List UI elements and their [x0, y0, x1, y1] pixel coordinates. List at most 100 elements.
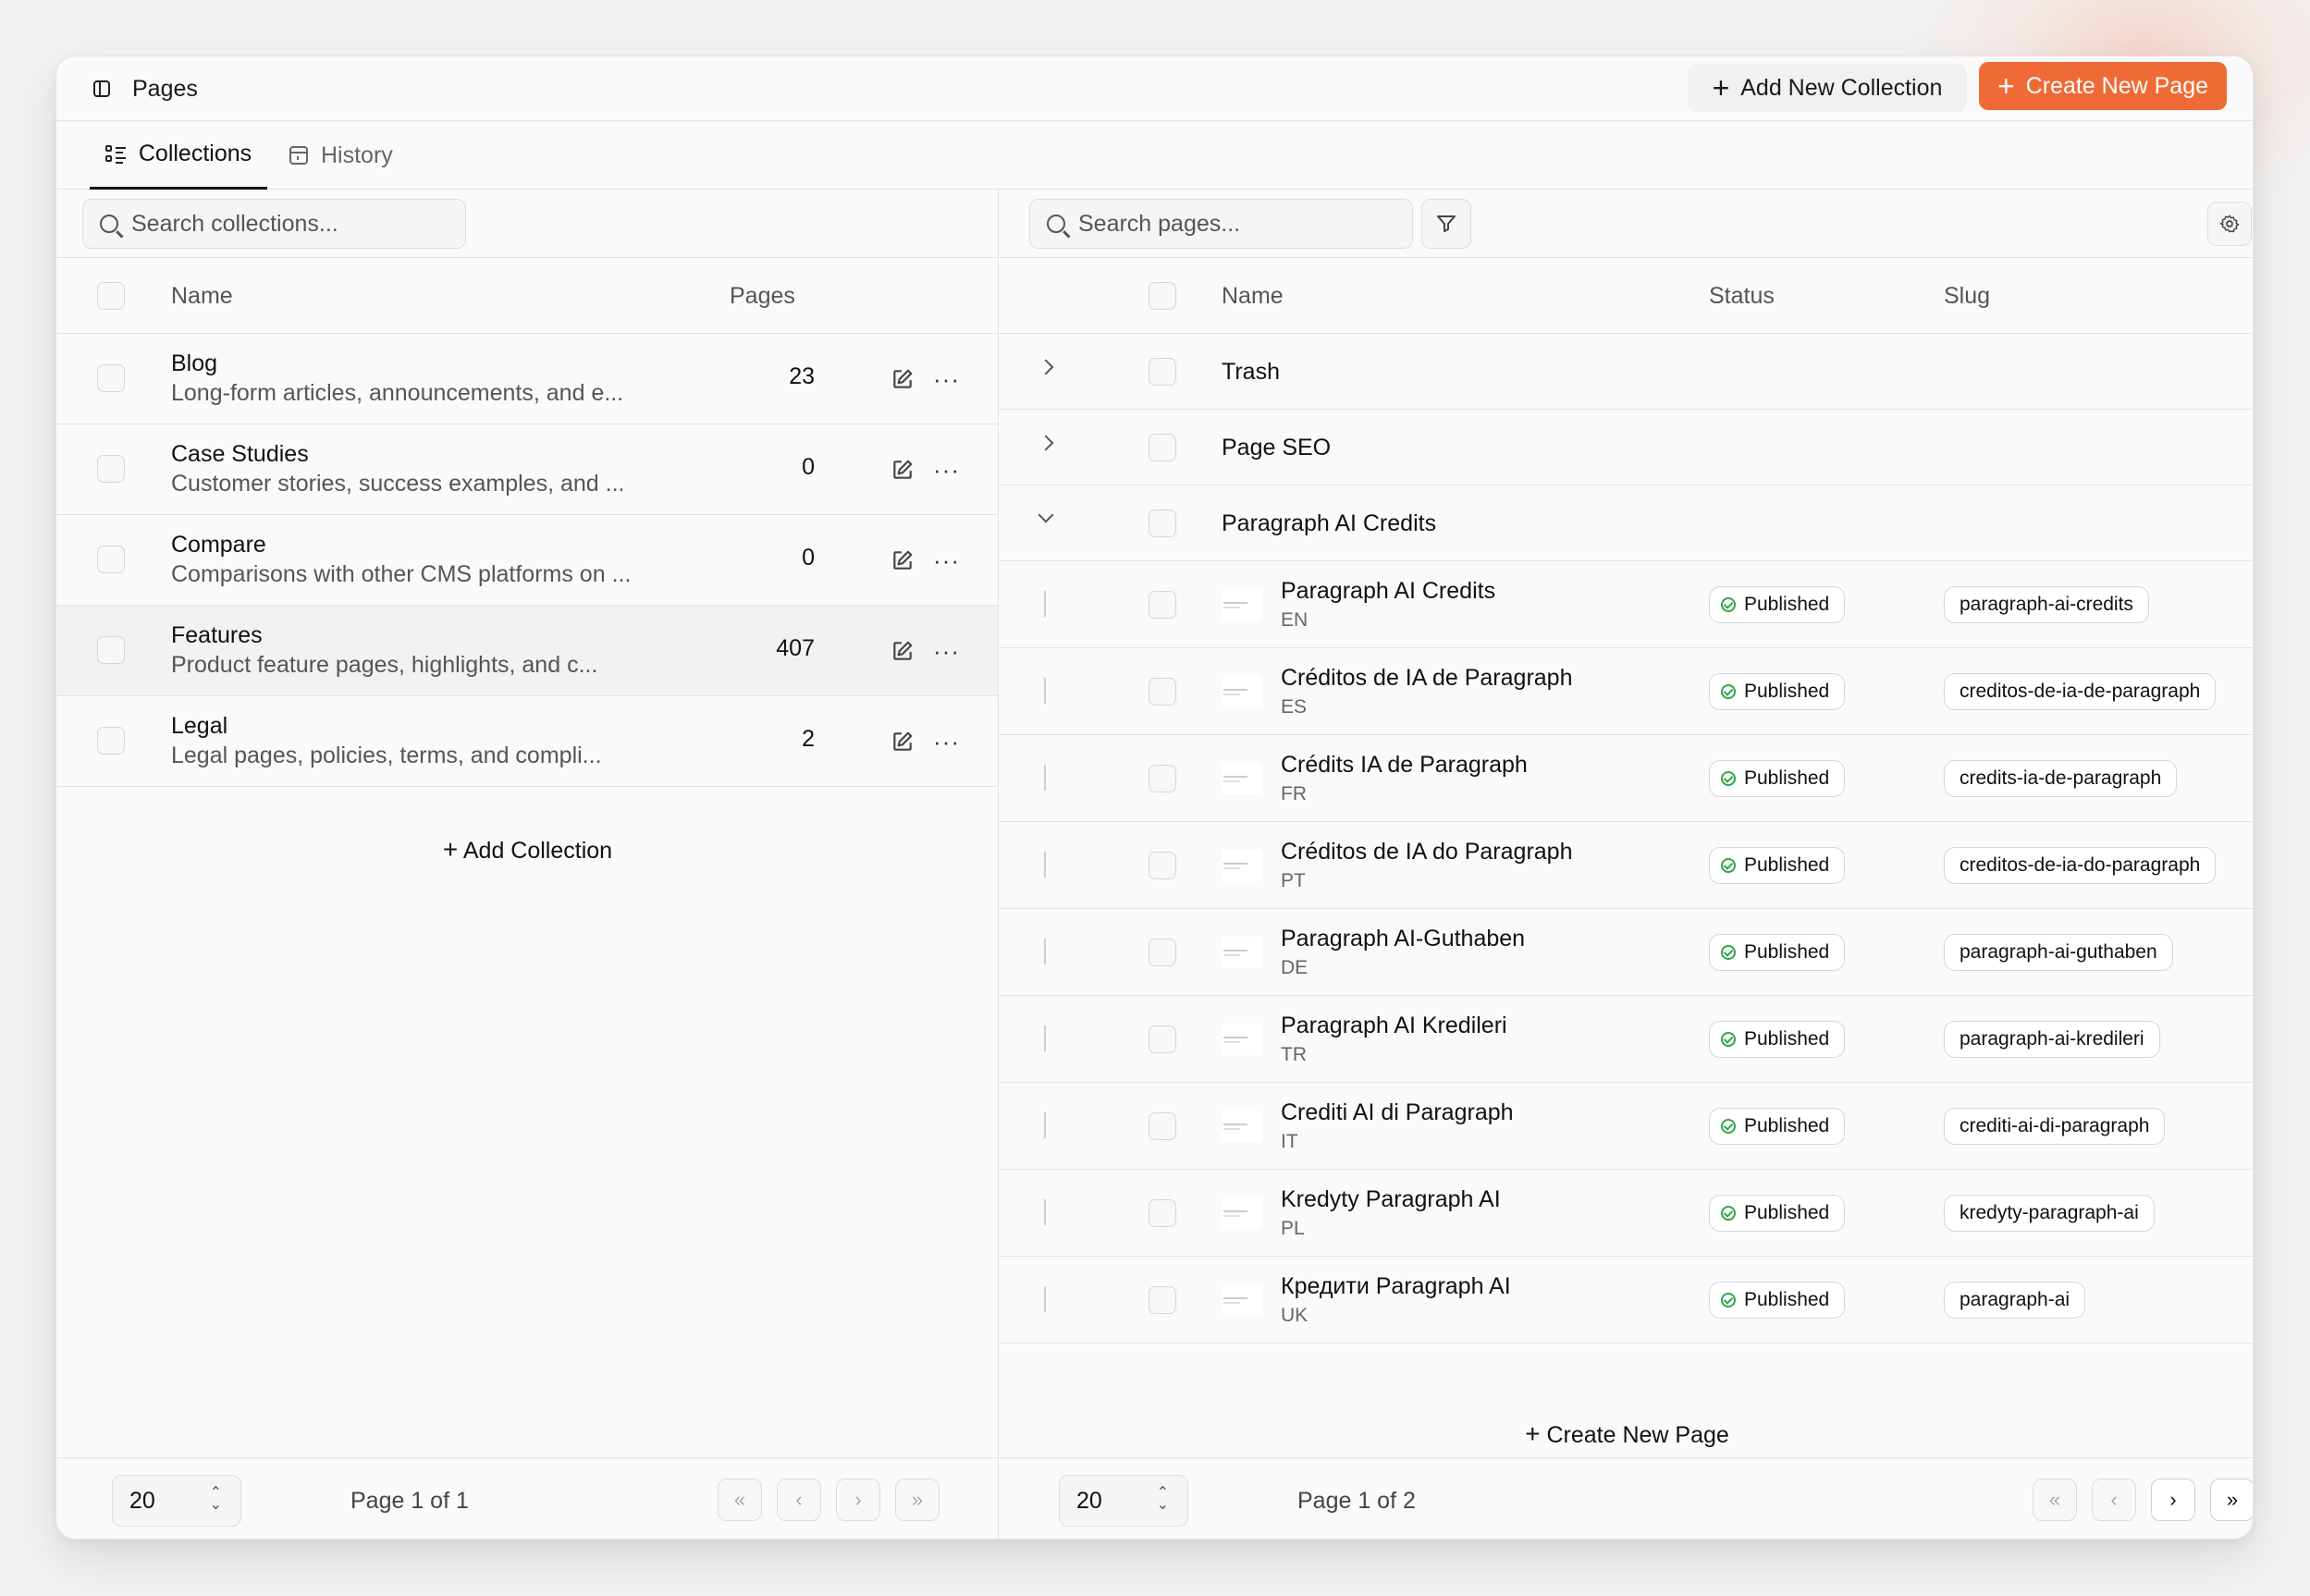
collection-checkbox[interactable] — [97, 455, 125, 483]
first-page-button[interactable]: « — [2033, 1479, 2077, 1521]
collection-name: Features — [171, 622, 263, 648]
column-header-name[interactable]: Name — [171, 258, 233, 334]
group-checkbox[interactable] — [1149, 509, 1176, 537]
page-row[interactable]: Créditos de IA de Paragraph ES Published cr… — [1000, 648, 2253, 735]
page-checkbox[interactable] — [1149, 765, 1176, 792]
more-options-icon[interactable]: ··· — [933, 546, 960, 575]
collection-page-count: 23 — [789, 363, 815, 389]
more-options-icon[interactable]: ··· — [933, 456, 960, 485]
collection-row[interactable]: Compare Comparisons with other CMS platfo… — [56, 515, 998, 606]
settings-button[interactable] — [2207, 202, 2252, 246]
page-row[interactable]: Crediti AI di Paragraph IT Published credit… — [1000, 1083, 2253, 1170]
tab-history[interactable]: History — [289, 121, 393, 190]
group-checkbox[interactable] — [1149, 358, 1176, 386]
more-options-icon[interactable]: ··· — [933, 728, 960, 756]
chevron-down-icon[interactable] — [1038, 507, 1054, 523]
page-checkbox[interactable] — [1149, 1199, 1176, 1227]
collection-checkbox[interactable] — [97, 636, 125, 664]
page-checkbox[interactable] — [1149, 1112, 1176, 1140]
group-name: Paragraph AI Credits — [1222, 510, 1437, 536]
page-thumbnail — [1222, 1197, 1262, 1229]
page-row[interactable]: Créditos de IA do Paragraph PT Published cr… — [1000, 822, 2253, 909]
page-checkbox[interactable] — [1149, 852, 1176, 879]
select-all-pages-checkbox[interactable] — [1149, 282, 1176, 310]
create-new-page-button[interactable]: + Create New Page — [1979, 62, 2227, 110]
page-group-row[interactable]: Trash — [1000, 334, 2253, 410]
search-icon — [1047, 215, 1065, 233]
previous-page-button[interactable]: ‹ — [2092, 1479, 2136, 1521]
last-page-button[interactable]: » — [895, 1479, 940, 1521]
page-group-row[interactable]: Page SEO — [1000, 410, 2253, 485]
column-header-name[interactable]: Name — [1222, 258, 1284, 334]
page-checkbox[interactable] — [1149, 591, 1176, 619]
column-header-pages[interactable]: Pages — [730, 258, 795, 334]
collection-checkbox[interactable] — [97, 546, 125, 573]
page-group-row[interactable]: Paragraph AI Credits — [1000, 485, 2253, 561]
page-name[interactable]: Crediti AI di Paragraph — [1281, 1099, 1514, 1126]
collections-search-box[interactable] — [82, 199, 466, 249]
page-row[interactable]: Kredyty Paragraph AI PL Published kredyty-p… — [1000, 1170, 2253, 1257]
next-page-button[interactable]: › — [836, 1479, 880, 1521]
select-all-collections-checkbox[interactable] — [97, 282, 125, 310]
pages-search-row — [1000, 190, 2253, 258]
column-header-status[interactable]: Status — [1709, 258, 1775, 334]
collections-page-size-select[interactable]: 20 ⌃ ⌄ — [112, 1475, 241, 1527]
create-new-page-inline-button[interactable]: + Create New Page — [1000, 1421, 2253, 1449]
group-checkbox[interactable] — [1149, 434, 1176, 461]
more-options-icon[interactable]: ··· — [933, 365, 960, 394]
page-row[interactable]: Кредити Paragraph AI UK Published paragraph… — [1000, 1257, 2253, 1344]
edit-icon[interactable] — [891, 730, 915, 754]
collection-row[interactable]: Case Studies Customer stories, success ex… — [56, 424, 998, 515]
page-name[interactable]: Paragraph AI-Guthaben — [1281, 926, 1525, 952]
pages-search-input[interactable] — [1078, 210, 1370, 238]
page-row[interactable]: Paragraph AI-Guthaben DE Published paragrap… — [1000, 909, 2253, 996]
previous-page-button[interactable]: ‹ — [777, 1479, 821, 1521]
page-name[interactable]: Kredyty Paragraph AI — [1281, 1186, 1501, 1213]
first-page-button[interactable]: « — [718, 1479, 762, 1521]
chevron-right-icon[interactable] — [1038, 359, 1054, 375]
edit-icon[interactable] — [891, 458, 915, 482]
page-name[interactable]: Paragraph AI Credits — [1281, 578, 1495, 605]
page-name[interactable]: Кредити Paragraph AI — [1281, 1273, 1511, 1300]
collection-description: Long-form articles, announcements, and e… — [171, 380, 624, 406]
page-checkbox[interactable] — [1149, 678, 1176, 706]
app-window: Pages + Add New Collection + Create New … — [55, 55, 2254, 1540]
tab-collections[interactable]: Collections — [90, 121, 267, 190]
page-row[interactable]: Paragraph AI Kredileri TR Published paragra… — [1000, 996, 2253, 1083]
collections-search-input[interactable] — [131, 210, 424, 238]
create-new-page-label: Create New Page — [2025, 72, 2208, 99]
edit-icon[interactable] — [891, 548, 915, 572]
collection-checkbox[interactable] — [97, 727, 125, 755]
add-new-collection-button[interactable]: + Add New Collection — [1688, 64, 1967, 112]
status-label: Published — [1744, 854, 1830, 876]
page-checkbox[interactable] — [1149, 1286, 1176, 1314]
status-label: Published — [1744, 1028, 1830, 1050]
edit-icon[interactable] — [891, 639, 915, 663]
page-checkbox[interactable] — [1149, 1025, 1176, 1053]
pages-page-size-select[interactable]: 20 ⌃ ⌄ — [1059, 1475, 1188, 1527]
collection-row[interactable]: Legal Legal pages, policies, terms, and c… — [56, 696, 998, 787]
collection-page-count: 0 — [802, 454, 815, 480]
page-name[interactable]: Créditos de IA do Paragraph — [1281, 839, 1572, 866]
collection-checkbox[interactable] — [97, 364, 125, 392]
page-language: ES — [1281, 696, 1308, 718]
page-row[interactable]: Paragraph AI Credits EN Published paragraph… — [1000, 561, 2253, 648]
sidebar-toggle-icon[interactable] — [93, 80, 110, 97]
page-name[interactable]: Paragraph AI Kredileri — [1281, 1013, 1507, 1039]
add-collection-button[interactable]: + Add Collection — [56, 837, 999, 865]
last-page-button[interactable]: » — [2210, 1479, 2253, 1521]
next-page-button[interactable]: › — [2151, 1479, 2195, 1521]
column-header-slug[interactable]: Slug — [1944, 258, 1990, 334]
check-circle-icon — [1721, 684, 1736, 699]
page-checkbox[interactable] — [1149, 939, 1176, 966]
edit-icon[interactable] — [891, 367, 915, 391]
page-name[interactable]: Crédits IA de Paragraph — [1281, 752, 1528, 779]
more-options-icon[interactable]: ··· — [933, 637, 960, 666]
chevron-right-icon[interactable] — [1038, 435, 1054, 451]
collection-row[interactable]: Features Product feature pages, highlight… — [56, 606, 998, 696]
pages-search-box[interactable] — [1029, 199, 1413, 249]
page-row[interactable]: Crédits IA de Paragraph FR Published credit… — [1000, 735, 2253, 822]
filter-button[interactable] — [1421, 199, 1471, 249]
page-name[interactable]: Créditos de IA de Paragraph — [1281, 665, 1572, 692]
collection-row[interactable]: Blog Long-form articles, announcements, a… — [56, 334, 998, 424]
